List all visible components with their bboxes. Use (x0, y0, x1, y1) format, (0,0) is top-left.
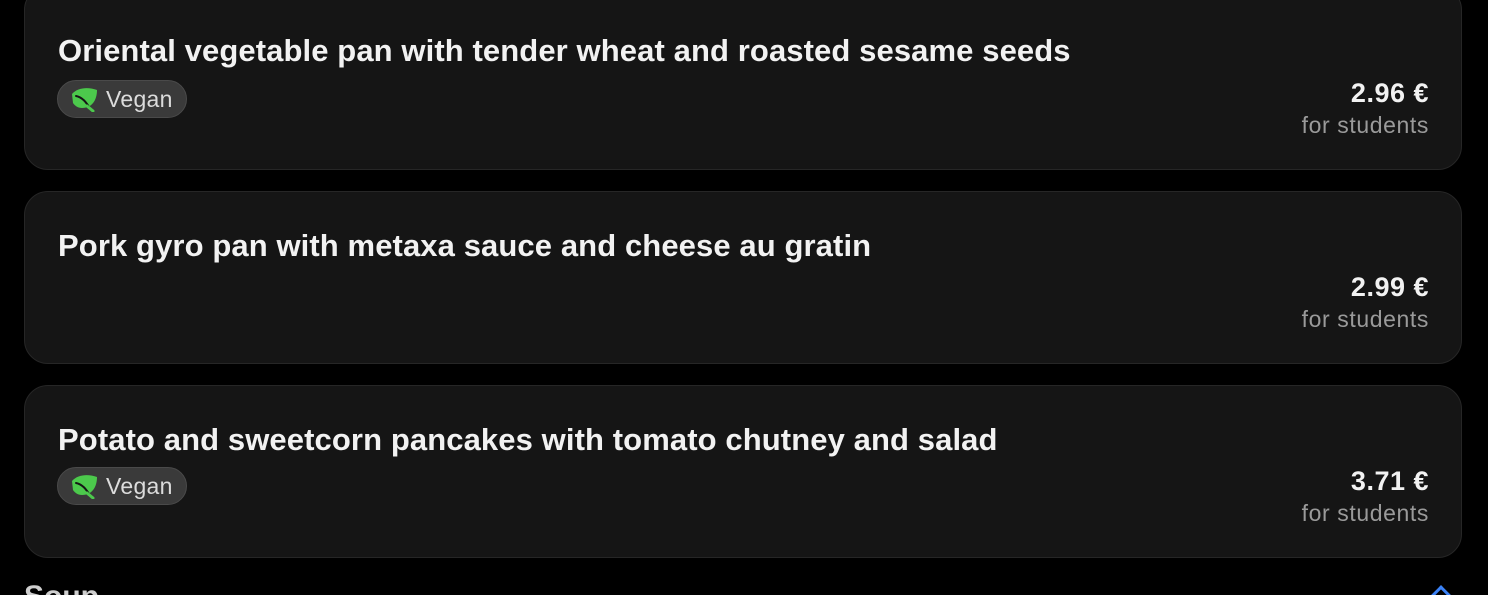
price-note: for students (1301, 306, 1429, 332)
vegan-badge: Vegan (57, 80, 187, 118)
section-heading-soup[interactable]: Soup (24, 580, 99, 595)
price: 3.71 € (1350, 466, 1429, 496)
price: 2.96 € (1350, 78, 1429, 108)
price-block: 3.71 € for students (1302, 464, 1429, 528)
meal-card[interactable]: Oriental vegetable pan with tender wheat… (24, 0, 1462, 170)
badge-label: Vegan (106, 472, 173, 499)
badge-label: Vegan (106, 85, 173, 112)
chevron-up-icon[interactable] (1431, 585, 1451, 595)
price-note: for students (1301, 500, 1429, 526)
price-block: 2.96 € for students (1302, 76, 1429, 140)
meal-list: Oriental vegetable pan with tender wheat… (0, 0, 1488, 595)
meal-card[interactable]: Pork gyro pan with metaxa sauce and chee… (24, 191, 1462, 364)
leaf-icon (72, 88, 97, 112)
leaf-icon (72, 475, 97, 499)
meal-name: Pork gyro pan with metaxa sauce and chee… (58, 228, 872, 263)
vegan-badge: Vegan (57, 467, 187, 505)
price-note: for students (1301, 112, 1429, 138)
meal-name: Potato and sweetcorn pancakes with tomat… (58, 422, 998, 457)
meal-name: Oriental vegetable pan with tender wheat… (58, 33, 1071, 68)
price: 2.99 € (1350, 272, 1429, 302)
meal-card[interactable]: Potato and sweetcorn pancakes with tomat… (24, 385, 1462, 558)
price-block: 2.99 € for students (1302, 270, 1429, 334)
